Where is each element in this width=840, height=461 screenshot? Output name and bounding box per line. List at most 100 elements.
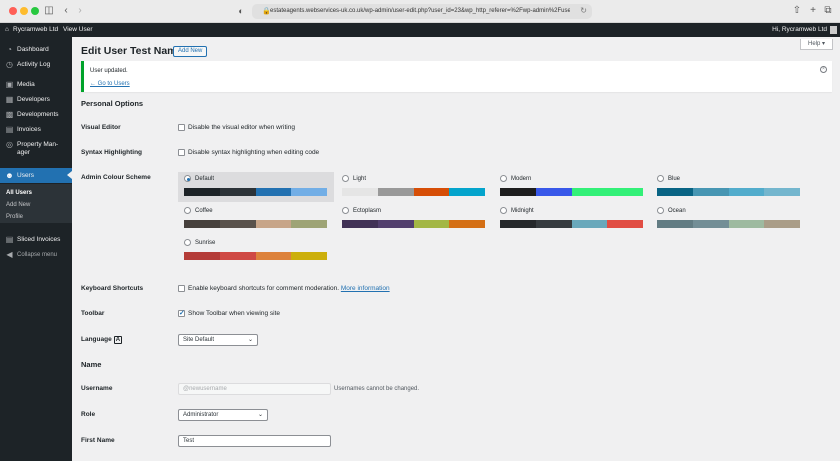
syntax-highlighting-label: Syntax Highlighting [81,149,143,156]
sidebar-item-developers[interactable]: ▦ Developers [0,92,72,107]
colour-swatch [500,188,536,196]
sidebar-item-activity-log[interactable]: ◷ Activity Log [0,57,72,72]
colour-scheme-name: Blue [668,176,681,182]
new-tab-icon[interactable]: + [808,4,818,18]
colour-swatch [291,252,327,260]
syntax-highlighting-checkbox[interactable] [178,149,185,156]
close-window-button[interactable] [9,7,17,15]
colour-scheme-modern[interactable]: Modern [494,172,650,202]
colour-swatch [291,188,327,196]
toolbar-label: Toolbar [81,310,105,317]
colour-scheme-blue[interactable]: Blue [651,172,807,202]
maximize-window-button[interactable] [31,7,39,15]
colour-swatches [342,220,485,228]
username-label: Username [81,385,113,392]
sliced-invoices-icon: ▤ [5,235,14,244]
role-select[interactable]: Administrator ⌄ [178,409,268,421]
back-icon[interactable]: ‹ [62,4,70,18]
sidebar-item-invoices[interactable]: ▤ Invoices [0,122,72,137]
colour-swatch [184,188,220,196]
colour-scheme-sunrise[interactable]: Sunrise [178,236,334,266]
sidebar-item-dashboard[interactable]: ◔ Dashboard [0,42,72,57]
collapse-menu-button[interactable]: ◀ Collapse menu [0,247,72,262]
colour-swatch [764,188,800,196]
colour-swatch [571,220,608,228]
property-icon: ◎ [6,140,13,149]
sidebar-item-media[interactable]: ▣ Media [0,77,72,92]
colour-scheme-midnight[interactable]: Midnight [494,204,650,234]
language-select[interactable]: Site Default ⌄ [178,334,258,346]
share-icon[interactable]: ⇧ [792,4,802,18]
visual-editor-checkbox[interactable] [178,124,185,131]
minimize-window-button[interactable] [20,7,28,15]
colour-swatch [255,252,292,260]
toolbar-checkbox[interactable] [178,309,185,317]
sidebar-item-property-manager[interactable]: ◎ Property Man-ager [0,137,72,159]
colour-swatch [377,188,414,196]
colour-scheme-radio[interactable] [500,207,507,214]
colour-scheme-radio[interactable] [184,175,191,182]
site-name-link[interactable]: Rycramweb Ltd [13,26,58,34]
page-title: Edit User Test Name [81,45,183,57]
colour-swatch [413,220,450,228]
keyboard-shortcuts-checkbox[interactable] [178,285,185,292]
dismiss-icon[interactable]: × [820,66,827,73]
add-new-button[interactable]: Add New [173,46,208,57]
colour-swatches [184,220,327,228]
sidebar-item-users[interactable]: ☻ Users [0,168,72,183]
colour-scheme-radio[interactable] [184,239,191,246]
language-label: Language [81,336,112,343]
colour-swatch [255,188,292,196]
colour-scheme-ectoplasm[interactable]: Ectoplasm [336,204,492,234]
colour-swatch [692,220,729,228]
colour-swatch [692,188,729,196]
colour-scheme-name: Default [195,176,215,182]
browser-chrome: ◫ ‹ › ◐ 🔒 estateagents.webservices-uk.co… [0,0,840,23]
submenu-add-new[interactable]: Add New [6,201,30,209]
colour-scheme-radio[interactable] [342,175,349,182]
colour-swatch [500,220,536,228]
shield-icon[interactable]: ◐ [236,4,246,18]
tab-overview-icon[interactable]: ⧉ [823,4,833,18]
sidebar-toggle-icon[interactable]: ◫ [43,4,55,18]
colour-swatches [500,220,643,228]
colour-swatch [607,220,643,228]
colour-scheme-name: Sunrise [195,240,216,246]
username-input[interactable]: @newusername [178,383,331,395]
more-information-link[interactable]: More information [341,285,390,292]
go-to-users-link[interactable]: ← Go to Users [90,80,130,88]
colour-scheme-light[interactable]: Light [336,172,492,202]
colour-swatch [413,188,450,196]
account-greeting[interactable]: Hi, Rycramweb Ltd [772,26,827,34]
sidebar-item-developments[interactable]: ▩ Developments [0,107,72,122]
colour-swatch [255,220,292,228]
colour-scheme-radio[interactable] [342,207,349,214]
avatar[interactable] [830,26,837,34]
colour-swatch [342,220,378,228]
syntax-highlighting-option: Disable syntax highlighting when editing… [188,149,320,156]
colour-scheme-radio[interactable] [184,207,191,214]
view-user-link[interactable]: View User [63,26,93,34]
admin-sidebar: ◔ Dashboard ◷ Activity Log ▣ Media ▦ Dev… [0,37,72,461]
address-bar[interactable]: 🔒 estateagents.webservices-uk.co.uk/wp-a… [252,4,592,19]
colour-scheme-radio[interactable] [657,207,664,214]
colour-scheme-default[interactable]: Default [178,172,334,202]
home-icon[interactable]: ⌂ [5,26,9,34]
submenu-profile[interactable]: Profile [6,213,23,221]
colour-scheme-ocean[interactable]: Ocean [651,204,807,234]
sidebar-item-label: Collapse menu [17,252,58,258]
colour-scheme-coffee[interactable]: Coffee [178,204,334,234]
colour-swatch [571,188,608,196]
translate-icon: A [113,336,123,344]
submenu-all-users[interactable]: All Users [6,189,32,197]
help-button[interactable]: Help ▾ [800,39,833,50]
colour-scheme-radio[interactable] [657,175,664,182]
users-submenu: All Users Add New Profile [0,184,72,223]
reload-icon[interactable]: ↻ [580,6,587,15]
colour-swatch [219,220,256,228]
first-name-input[interactable]: Test [178,435,331,447]
forward-icon[interactable]: › [76,4,84,18]
users-icon: ☻ [5,171,14,180]
colour-scheme-radio[interactable] [500,175,507,182]
sidebar-item-sliced-invoices[interactable]: ▤ Sliced Invoices [0,232,72,247]
